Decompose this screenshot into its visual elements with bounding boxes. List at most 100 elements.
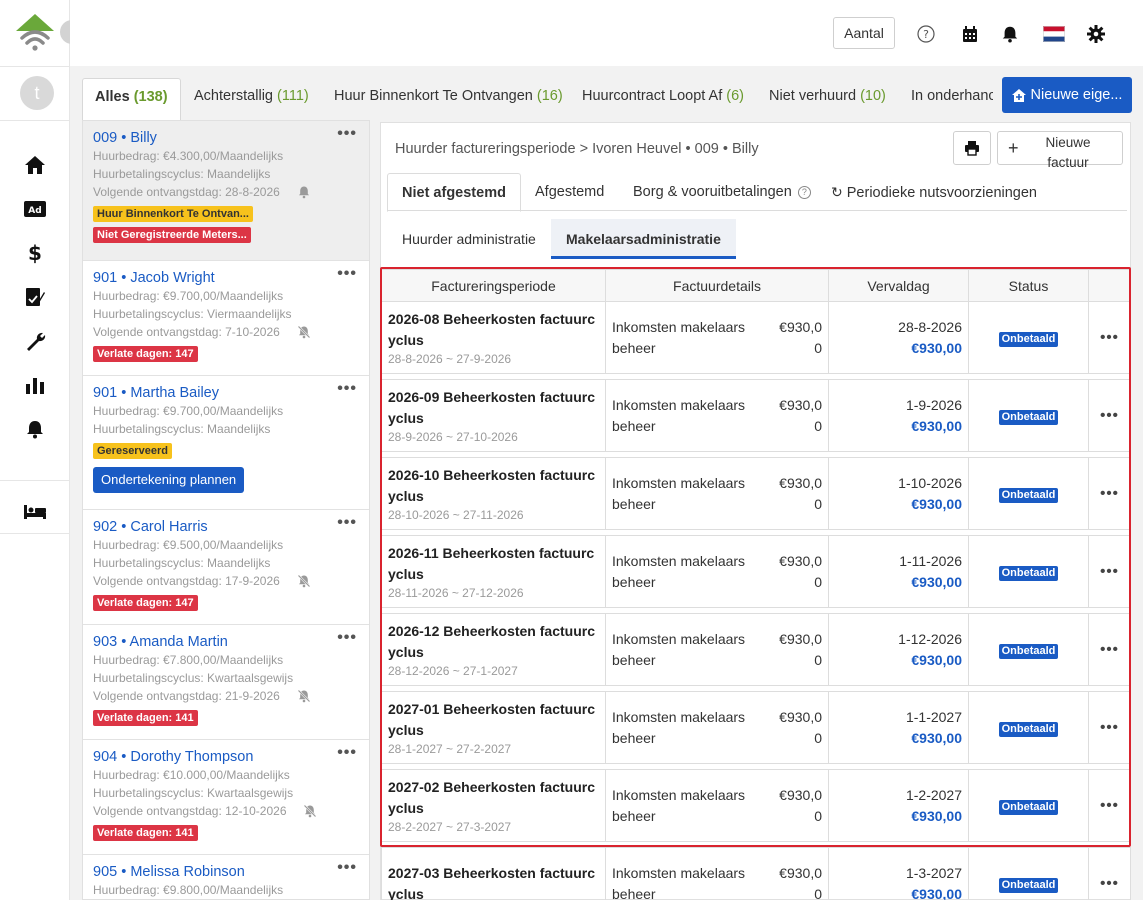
- table-row[interactable]: 2026-10 Beheerkosten factuurcyclus 28-10-…: [381, 457, 1131, 530]
- due-cell: 1-1-2027 €930,00: [828, 691, 969, 764]
- period-cell: 2027-01 Beheerkosten factuurcyclus 28-1-2…: [381, 691, 606, 764]
- due-amount[interactable]: €930,00: [835, 884, 962, 900]
- table-row[interactable]: 2026-11 Beheerkosten factuurcyclus 28-11-…: [381, 535, 1131, 608]
- table-row[interactable]: 2026-12 Beheerkosten factuurcyclus 28-12-…: [381, 613, 1131, 686]
- more-options-icon[interactable]: •••: [337, 744, 357, 762]
- table-row[interactable]: 2026-08 Beheerkosten factuurcyclus 28-8-2…: [381, 301, 1131, 374]
- row-actions-icon[interactable]: •••: [1088, 769, 1131, 842]
- property-card[interactable]: 901 • Jacob Wright ••• Huurbedrag: €9.70…: [83, 261, 369, 376]
- new-invoice-button[interactable]: + Nieuwe factuur: [997, 131, 1123, 170]
- property-card[interactable]: 905 • Melissa Robinson ••• Huurbedrag: €…: [83, 855, 369, 899]
- bell-off-icon[interactable]: [297, 325, 311, 339]
- new-property-button[interactable]: Nieuwe eige...: [1002, 77, 1132, 113]
- row-actions-icon[interactable]: •••: [1088, 847, 1131, 900]
- home-icon[interactable]: [22, 152, 48, 178]
- more-options-icon[interactable]: •••: [337, 514, 357, 532]
- tab-periodieke-nutsvoorzieningen[interactable]: ↻ Periodieke nutsvoorzieningen: [817, 173, 1051, 211]
- property-card[interactable]: 903 • Amanda Martin ••• Huurbedrag: €7.8…: [83, 625, 369, 740]
- tab-huurcontract-loopt-af[interactable]: Huurcontract Loopt Af (6): [570, 78, 756, 114]
- dollar-icon[interactable]: $: [22, 240, 48, 266]
- column-header: Status: [968, 269, 1089, 302]
- due-date: 1-12-2026: [898, 630, 962, 647]
- ad-icon[interactable]: Ad: [22, 196, 48, 222]
- due-amount[interactable]: €930,00: [835, 728, 962, 749]
- table-row[interactable]: 2027-03 Beheerkosten factuurcyclus Inkoms…: [381, 847, 1131, 900]
- due-amount[interactable]: €930,00: [835, 494, 962, 515]
- tab-count: (138): [133, 89, 168, 105]
- due-amount[interactable]: €930,00: [835, 806, 962, 827]
- status-badge: Onbetaald: [998, 487, 1059, 503]
- invoice-description: Inkomsten makelaarsbeheer: [612, 318, 746, 356]
- due-amount[interactable]: €930,00: [835, 650, 962, 671]
- period-range: 28-10-2026 ~ 27-11-2026: [388, 507, 524, 522]
- property-card[interactable]: 901 • Martha Bailey ••• Huurbedrag: €9.7…: [83, 376, 369, 510]
- property-card[interactable]: 009 • Billy ••• Huurbedrag: €4.300,00/Ma…: [83, 121, 369, 261]
- calendar-icon[interactable]: [958, 22, 982, 46]
- logo-icon[interactable]: [14, 12, 56, 54]
- tab-huurder-administratie[interactable]: Huurder administratie: [387, 219, 551, 259]
- due-amount[interactable]: €930,00: [835, 572, 962, 593]
- tab-borg-vooruitbetalingen[interactable]: Borg & vooruitbetalingen ?: [619, 173, 825, 211]
- tab-niet-afgestemd[interactable]: Niet afgestemd: [387, 173, 521, 212]
- property-number: 902: [93, 519, 118, 535]
- invoice-description: Inkomsten makelaarsbeheer: [612, 786, 746, 824]
- avatar[interactable]: t: [20, 76, 54, 110]
- row-actions-icon[interactable]: •••: [1088, 301, 1131, 374]
- property-number: 901: [93, 270, 118, 286]
- plus-icon: +: [1008, 138, 1019, 158]
- property-number: 904: [93, 749, 118, 765]
- property-card[interactable]: 904 • Dorothy Thompson ••• Huurbedrag: €…: [83, 740, 369, 855]
- period-range: 28-8-2026 ~ 27-9-2026: [388, 351, 512, 366]
- print-button[interactable]: [953, 131, 991, 165]
- bell-off-icon[interactable]: [303, 804, 317, 818]
- bell-off-icon[interactable]: [297, 689, 311, 703]
- table-row[interactable]: 2026-09 Beheerkosten factuurcyclus 28-9-2…: [381, 379, 1131, 452]
- status-cell: Onbetaald: [968, 691, 1089, 764]
- bell-off-icon[interactable]: [297, 574, 311, 588]
- due-cell: 1-11-2026 €930,00: [828, 535, 969, 608]
- tab-makelaarsadministratie[interactable]: Makelaarsadministratie: [551, 219, 736, 259]
- more-options-icon[interactable]: •••: [337, 629, 357, 647]
- row-actions-icon[interactable]: •••: [1088, 457, 1131, 530]
- schedule-signing-button[interactable]: Ondertekening plannen: [93, 467, 245, 493]
- chart-icon[interactable]: [22, 372, 48, 398]
- period-title: 2027-02 Beheerkosten factuurcyclus: [388, 778, 595, 816]
- aantal-button[interactable]: Aantal: [833, 17, 895, 49]
- row-actions-icon[interactable]: •••: [1088, 535, 1131, 608]
- table-row[interactable]: 2027-02 Beheerkosten factuurcyclus 28-2-2…: [381, 769, 1131, 842]
- settings-gear-icon[interactable]: [1084, 22, 1108, 46]
- flag-nl-icon[interactable]: [1042, 22, 1066, 46]
- due-amount[interactable]: €930,00: [835, 338, 962, 359]
- notification-bell-icon[interactable]: [998, 22, 1022, 46]
- more-options-icon[interactable]: •••: [337, 380, 357, 398]
- bell-icon[interactable]: [297, 185, 311, 199]
- invoice-table-body: 2026-08 Beheerkosten factuurcyclus 28-8-2…: [381, 301, 1131, 900]
- more-options-icon[interactable]: •••: [337, 125, 357, 143]
- row-actions-icon[interactable]: •••: [1088, 613, 1131, 686]
- bed-icon[interactable]: [22, 498, 48, 524]
- status-cell: Onbetaald: [968, 613, 1089, 686]
- next-receive-day-text: Volgende ontvangstdag: 7-10-2026: [93, 325, 280, 339]
- wrench-icon[interactable]: [22, 328, 48, 354]
- tab-count: (6): [726, 88, 745, 104]
- property-name: Jacob Wright: [130, 270, 215, 286]
- bell-icon[interactable]: [22, 416, 48, 442]
- row-actions-icon[interactable]: •••: [1088, 691, 1131, 764]
- tab-achterstallig[interactable]: Achterstallig (111): [182, 78, 321, 114]
- due-amount[interactable]: €930,00: [835, 416, 962, 437]
- more-options-icon[interactable]: •••: [337, 859, 357, 877]
- help-icon[interactable]: ?: [797, 185, 811, 199]
- row-actions-icon[interactable]: •••: [1088, 379, 1131, 452]
- tab-alles[interactable]: Alles (138): [82, 78, 181, 120]
- help-icon[interactable]: ?: [914, 22, 938, 46]
- more-options-icon[interactable]: •••: [337, 265, 357, 283]
- period-title: 2026-08 Beheerkosten factuurcyclus: [388, 310, 595, 348]
- contract-icon[interactable]: [22, 284, 48, 310]
- tab-niet-verhuurd[interactable]: Niet verhuurd (10): [757, 78, 898, 114]
- period-cell: 2026-09 Beheerkosten factuurcyclus 28-9-2…: [381, 379, 606, 452]
- property-card[interactable]: 902 • Carol Harris ••• Huurbedrag: €9.50…: [83, 510, 369, 625]
- table-row[interactable]: 2027-01 Beheerkosten factuurcyclus 28-1-2…: [381, 691, 1131, 764]
- tab-huur-binnenkort[interactable]: Huur Binnenkort Te Ontvangen (16): [322, 78, 575, 114]
- tab-afgestemd[interactable]: Afgestemd: [521, 173, 618, 211]
- tab-in-onderhoud[interactable]: In onderhanc: [899, 78, 993, 114]
